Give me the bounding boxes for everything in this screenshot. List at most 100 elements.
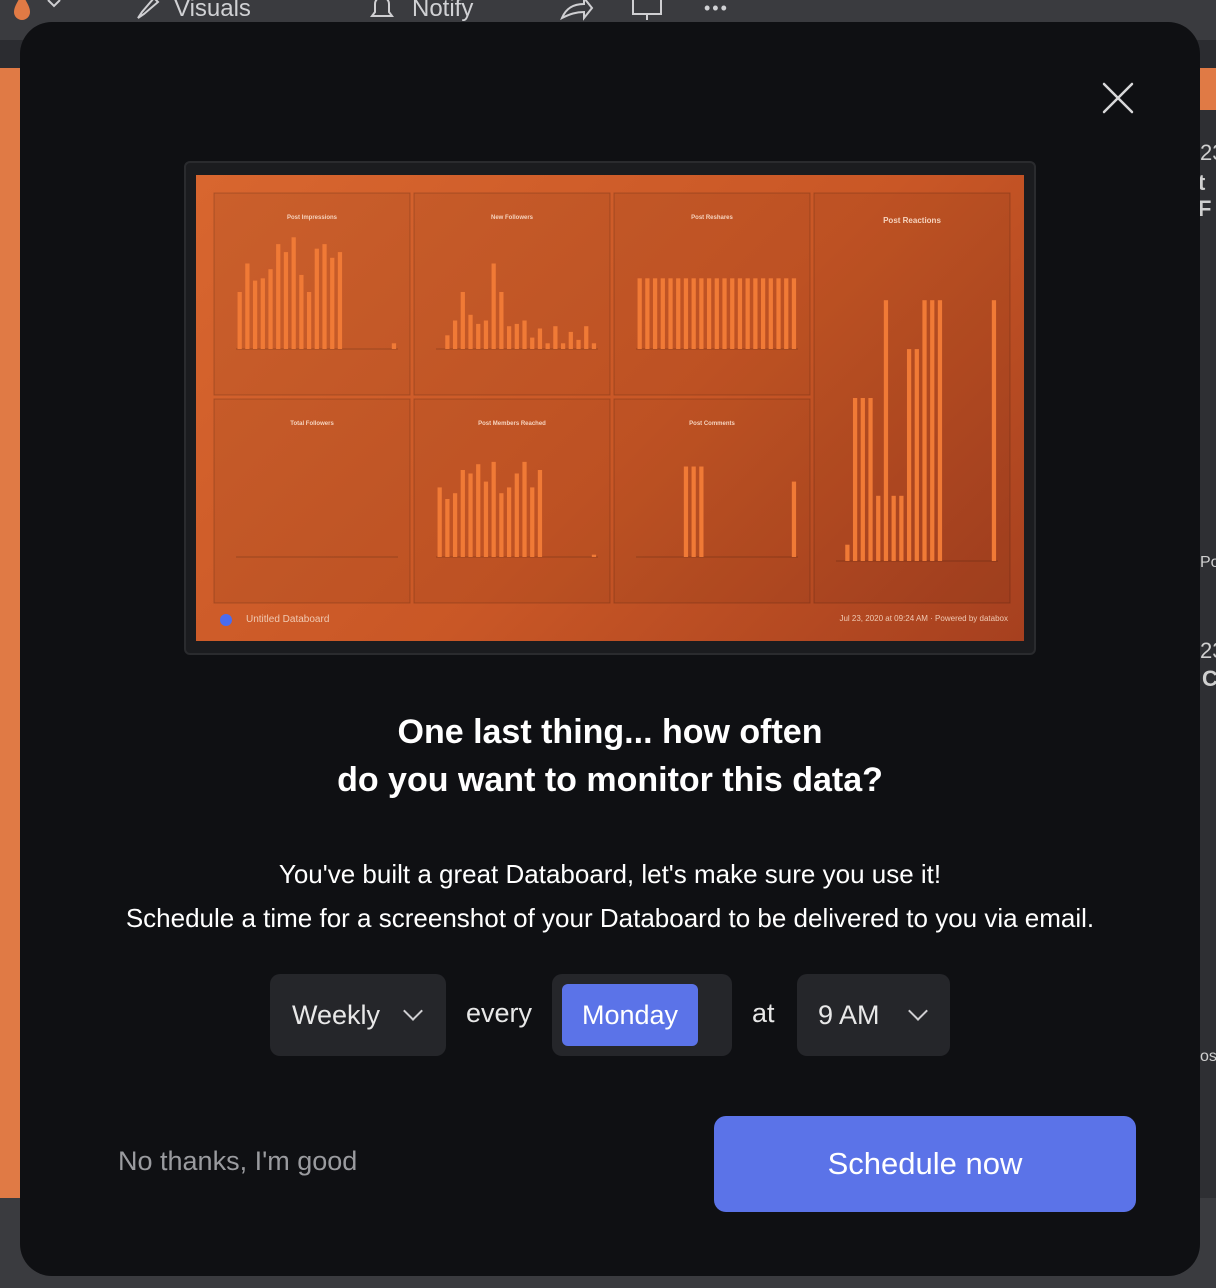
- thumbnail-bar: [699, 278, 704, 349]
- thumbnail-bar: [753, 278, 758, 349]
- thumbnail-bar: [391, 343, 397, 349]
- thumbnail-bar: [337, 252, 343, 349]
- thumbnail-bar: [922, 300, 927, 561]
- bg-text: 23: [1200, 140, 1216, 165]
- frequency-select[interactable]: Weekly: [270, 974, 446, 1056]
- thumbnail-bar: [891, 495, 896, 561]
- thumbnail-panel-title: Post Comments: [689, 421, 735, 427]
- thumbnail-bar: [545, 343, 550, 349]
- frequency-value: Weekly: [292, 999, 381, 1030]
- thumbnail-bar: [491, 461, 496, 557]
- databoard-logo-icon: [220, 614, 232, 626]
- chevron-down-icon: [403, 1001, 423, 1021]
- thumbnail-panel: [413, 398, 611, 604]
- thumbnail-bar: [452, 493, 458, 557]
- thumbnail-bar: [483, 320, 489, 349]
- thumbnail-bar: [714, 278, 719, 349]
- thumbnail-bar: [730, 278, 735, 349]
- modal-headline: One last thing... how often do you want …: [20, 708, 1200, 804]
- thumbnail-panel-title: Post Impressions: [287, 215, 338, 221]
- thumbnail-bar: [322, 244, 327, 349]
- more-icon[interactable]: •••: [704, 0, 729, 19]
- thumbnail-bar: [522, 320, 527, 349]
- thumbnail-panel-title: Post Reactions: [883, 216, 941, 225]
- thumbnail-bar: [791, 481, 797, 557]
- thumbnail-bar: [722, 278, 727, 349]
- thumbnail-bar: [445, 499, 450, 557]
- thumbnail-bar: [553, 326, 558, 349]
- thumbnail-bar: [252, 280, 258, 349]
- thumbnail-bar: [706, 278, 712, 349]
- day-value[interactable]: Monday: [562, 984, 698, 1046]
- thumbnail-panel: [413, 192, 611, 396]
- bg-text: 23: [1200, 638, 1216, 663]
- thumbnail-bar: [683, 466, 689, 557]
- thumbnail-bar: [637, 278, 642, 349]
- thumbnail-bar: [445, 335, 450, 349]
- thumbnail-bar: [768, 278, 773, 349]
- thumbnail-bar: [652, 278, 658, 349]
- thumbnail-bar: [991, 300, 997, 561]
- every-label: every: [466, 998, 533, 1028]
- thumbnail-bar: [330, 257, 335, 349]
- thumbnail-bar: [868, 398, 873, 561]
- bg-text: Po: [1200, 554, 1216, 571]
- thumbnail-bar: [591, 343, 597, 349]
- no-thanks-link[interactable]: No thanks, I'm good: [118, 1146, 357, 1177]
- thumbnail-bar: [468, 314, 473, 349]
- databoard-preview-image: Post Impressions New Followers Post Reshar…: [196, 175, 1024, 641]
- thumbnail-bar: [491, 263, 496, 349]
- thumbnail-bar: [930, 300, 935, 561]
- thumbnail-bar: [906, 349, 912, 561]
- powered-by-text: Jul 23, 2020 at 09:24 AM · Powered by da…: [839, 614, 1008, 623]
- thumbnail-bar: [876, 495, 881, 561]
- thumbnail-bar: [268, 269, 273, 349]
- thumbnail-bar: [468, 473, 473, 557]
- droplet-icon[interactable]: [6, 0, 66, 22]
- schedule-now-button[interactable]: Schedule now: [714, 1116, 1136, 1212]
- close-icon[interactable]: [1098, 78, 1138, 118]
- thumbnail-bar: [899, 495, 904, 561]
- thumbnail-bar: [460, 470, 465, 557]
- thumbnail-bar: [745, 278, 750, 349]
- modal-description: You've built a great Databoard, let's ma…: [20, 852, 1200, 940]
- headline-line: do you want to monitor this data?: [337, 761, 883, 799]
- thumbnail-bar: [499, 493, 504, 557]
- thumbnail-bar: [483, 481, 489, 557]
- thumbnail-bar: [591, 554, 597, 557]
- thumbnail-bar: [476, 464, 481, 557]
- thumbnail-bar: [452, 320, 458, 349]
- thumbnail-bar: [676, 278, 681, 349]
- thumbnail-bar: [530, 487, 535, 557]
- thumbnail-bar: [314, 248, 319, 349]
- thumbnail-bar: [784, 278, 789, 349]
- thumbnail-bar: [291, 237, 296, 349]
- thumbnail-bar: [760, 278, 766, 349]
- thumbnail-bar: [791, 278, 797, 349]
- thumbnail-bar: [584, 326, 589, 349]
- thumbnail-bar: [437, 487, 442, 557]
- bg-text: t F: [1198, 170, 1212, 221]
- thumbnail-bar: [506, 326, 512, 349]
- headline-line: One last thing... how often: [397, 713, 823, 751]
- thumbnail-panel-title: Post Members Reached: [478, 421, 546, 427]
- at-label: at: [752, 998, 775, 1028]
- thumbnail-bar: [852, 398, 858, 561]
- thumbnail-bar: [845, 544, 850, 561]
- thumbnail-bar: [245, 263, 250, 349]
- thumbnail-bar: [660, 278, 665, 349]
- thumbnail-panel: [213, 192, 411, 396]
- thumbnail-bar: [283, 252, 289, 349]
- time-select[interactable]: 9 AM: [797, 974, 950, 1056]
- thumbnail-bar: [276, 244, 281, 349]
- thumbnail-panel-title: Post Reshares: [691, 215, 733, 221]
- thumbnail-bar: [537, 328, 543, 349]
- visuals-label: Visuals: [174, 0, 251, 22]
- description-line: You've built a great Databoard, let's ma…: [278, 859, 942, 889]
- time-value: 9 AM: [818, 999, 880, 1030]
- thumbnail-panel-title: Total Followers: [290, 421, 334, 427]
- thumbnail-panel-title: New Followers: [491, 215, 534, 221]
- bg-text: os: [1200, 1048, 1216, 1065]
- thumbnail-bar: [683, 278, 689, 349]
- thumbnail-bar: [914, 349, 919, 561]
